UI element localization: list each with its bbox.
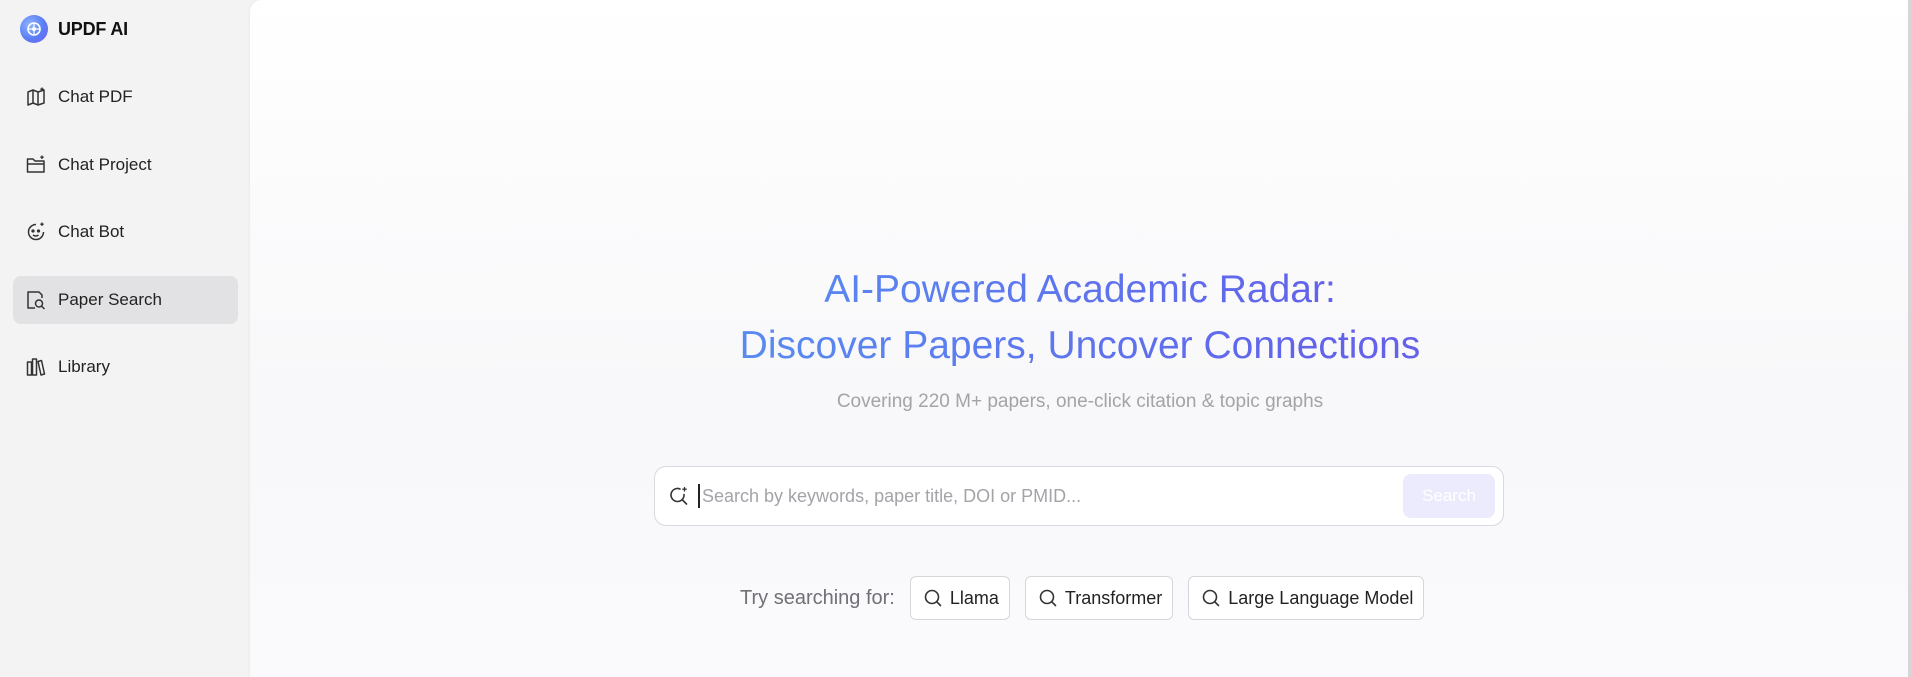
- chip-label: Large Language Model: [1228, 587, 1414, 608]
- suggestion-chip-transformer[interactable]: Transformer: [1024, 576, 1174, 620]
- search-button[interactable]: Search: [1403, 474, 1495, 518]
- sidebar-item-library[interactable]: Library: [13, 343, 238, 391]
- search-suggestions: Try searching for: Llama Transformer Lar…: [740, 576, 1434, 620]
- sidebar-item-label: Chat Project: [58, 154, 152, 174]
- sidebar-item-chat-bot[interactable]: Chat Bot: [13, 208, 238, 256]
- page-title: AI-Powered Academic Radar: Discover Pape…: [250, 262, 1910, 374]
- sidebar-nav: Chat PDF Chat Project Chat Bot Paper Sea…: [13, 73, 238, 411]
- sidebar-item-paper-search[interactable]: Paper Search: [13, 275, 238, 324]
- chip-label: Transformer: [1064, 587, 1163, 608]
- chat-pdf-icon: [25, 86, 47, 108]
- chip-label: Llama: [949, 587, 999, 608]
- main-panel: AI-Powered Academic Radar: Discover Pape…: [250, 0, 1912, 677]
- paper-search-icon: [25, 289, 47, 311]
- ai-search-icon: [668, 485, 690, 507]
- brand-name: UPDF AI: [58, 18, 128, 39]
- page-title-line-2: Discover Papers, Uncover Connections: [739, 324, 1421, 367]
- search-icon: [1200, 587, 1222, 609]
- window-scrollbar[interactable]: [1908, 0, 1912, 677]
- library-icon: [25, 356, 47, 378]
- sidebar-item-label: Chat Bot: [58, 222, 125, 241]
- suggestion-chip-llama[interactable]: Llama: [909, 576, 1010, 620]
- search-input[interactable]: [698, 484, 1403, 508]
- search-icon: [1037, 587, 1059, 609]
- sidebar-item-label: Chat PDF: [58, 87, 133, 106]
- suggestions-label: Try searching for:: [740, 586, 895, 609]
- page-title-line-1: AI-Powered Academic Radar:: [824, 268, 1336, 311]
- updf-logo-icon: [20, 15, 48, 43]
- sidebar-item-label: Paper Search: [58, 289, 162, 309]
- app-window: UPDF AI Chat PDF Chat Project Chat Bot P…: [0, 0, 1912, 677]
- sidebar-item-label: Library: [58, 357, 110, 376]
- sidebar-item-chat-pdf[interactable]: Chat PDF: [13, 73, 238, 121]
- sidebar-item-chat-project[interactable]: Chat Project: [13, 141, 238, 189]
- brand[interactable]: UPDF AI: [20, 15, 128, 43]
- page-subtitle: Covering 220 M+ papers, one-click citati…: [836, 391, 1324, 412]
- chat-project-icon: [25, 154, 47, 176]
- search-icon: [922, 587, 944, 609]
- chat-bot-icon: [25, 221, 47, 243]
- suggestion-chip-large-language-model[interactable]: Large Language Model: [1188, 576, 1425, 620]
- search-box[interactable]: Search: [654, 466, 1504, 526]
- sidebar: UPDF AI Chat PDF Chat Project Chat Bot P…: [0, 0, 250, 677]
